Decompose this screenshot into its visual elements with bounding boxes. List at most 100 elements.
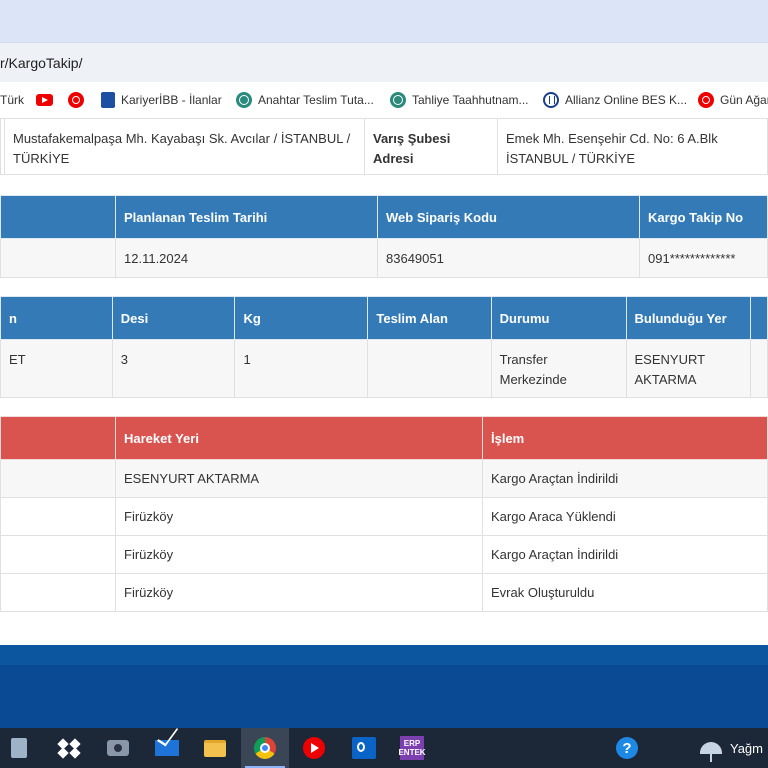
bookmark-label: Tahliye Taahhutnam... bbox=[412, 93, 529, 107]
dropbox-icon bbox=[57, 738, 81, 759]
bookmark-allianz[interactable]: Allianz Online BES K... bbox=[543, 82, 687, 118]
taskbar-mail[interactable] bbox=[145, 728, 189, 768]
bookmark-anahtar-teslim[interactable]: Anahtar Teslim Tuta... bbox=[236, 82, 374, 118]
mail-icon bbox=[155, 740, 179, 756]
taskbar-chrome[interactable] bbox=[241, 728, 289, 768]
desi-value: 3 bbox=[111, 339, 236, 398]
help-icon: ? bbox=[616, 737, 638, 759]
table-row: ESENYURT AKTARMA Kargo Araçtan İndirildi bbox=[0, 459, 768, 498]
url-text[interactable]: r/KargoTakip/ bbox=[0, 55, 82, 71]
outlook-icon bbox=[352, 737, 376, 759]
details-header-status: Durumu bbox=[490, 296, 627, 340]
ibb-icon bbox=[101, 92, 115, 108]
arrival-branch-address: Emek Mh. Esenşehir Cd. No: 6 A.Blk İSTAN… bbox=[497, 118, 768, 175]
taskbar-help[interactable]: ? bbox=[606, 728, 648, 768]
shipment-header-order-code: Web Sipariş Kodu bbox=[377, 195, 640, 239]
bookmark-youtube[interactable] bbox=[36, 82, 59, 118]
movements-header-date bbox=[0, 416, 116, 460]
chrome-icon bbox=[254, 737, 276, 759]
bookmark-label: KariyerİBB - İlanlar bbox=[121, 93, 222, 107]
table-row: 12.11.2024 83649051 091************* bbox=[0, 238, 768, 278]
bookmark-label: Anahtar Teslim Tuta... bbox=[258, 93, 374, 107]
arrival-branch-label: Varış Şubesi Adresi bbox=[364, 118, 498, 175]
details-header-0: n bbox=[0, 296, 113, 340]
movement-date bbox=[0, 459, 116, 498]
bookmark-kariyeribb[interactable]: KariyerİBB - İlanlar bbox=[101, 82, 222, 118]
youtube-music-icon bbox=[68, 92, 84, 108]
movements-header-action: İşlem bbox=[482, 416, 768, 460]
status-value: Transfer Merkezinde bbox=[490, 339, 627, 398]
bookmark-tahliye[interactable]: Tahliye Taahhutnam... bbox=[390, 82, 529, 118]
details-cell-0: ET bbox=[0, 339, 113, 398]
tracking-number: 091************* bbox=[639, 238, 768, 278]
weather-text: Yağm bbox=[730, 740, 763, 756]
table-row: ET 3 1 Transfer Merkezinde ESENYURT AKTA… bbox=[0, 339, 768, 398]
details-header-location: Bulunduğu Yer bbox=[625, 296, 752, 340]
taskbar: ERP ENTEK ? Yağm bbox=[0, 728, 768, 768]
movements-table: Hareket Yeri İşlem ESENYURT AKTARMA Karg… bbox=[0, 416, 768, 612]
bookmark-gun-agar[interactable]: Gün Ağar bbox=[698, 82, 768, 118]
details-table: n Desi Kg Teslim Alan Durumu Bulunduğu Y… bbox=[0, 296, 768, 398]
globe-icon bbox=[390, 92, 406, 108]
movement-date bbox=[0, 497, 116, 536]
page-footer bbox=[0, 645, 768, 728]
details-header-6 bbox=[750, 296, 768, 340]
shipment-header-planned-date: Planlanan Teslim Tarihi bbox=[115, 195, 378, 239]
youtube-music-icon bbox=[698, 92, 714, 108]
erp-icon: ERP ENTEK bbox=[398, 736, 426, 760]
shipment-table: Planlanan Teslim Tarihi Web Sipariş Kodu… bbox=[0, 195, 768, 278]
movement-action: Evrak Oluşturuldu bbox=[482, 573, 768, 612]
browser-tab-strip bbox=[0, 0, 768, 42]
movement-date bbox=[0, 535, 116, 574]
planned-delivery-date: 12.11.2024 bbox=[115, 238, 378, 278]
shipment-header-0 bbox=[0, 195, 116, 239]
table-row: Firüzköy Kargo Araca Yüklendi bbox=[0, 497, 768, 536]
taskbar-weather[interactable]: Yağm bbox=[700, 728, 768, 768]
details-header-desi: Desi bbox=[111, 296, 236, 340]
kg-value: 1 bbox=[234, 339, 369, 398]
shipment-cell-0 bbox=[0, 238, 116, 278]
taskbar-file-explorer[interactable] bbox=[193, 728, 237, 768]
camera-icon bbox=[107, 740, 129, 756]
bookmark-label: Allianz Online BES K... bbox=[565, 93, 688, 107]
bookmarks-bar: Türk KariyerİBB - İlanlar Anahtar Teslim… bbox=[0, 82, 768, 119]
taskbar-outlook[interactable] bbox=[340, 728, 388, 768]
movement-action: Kargo Araca Yüklendi bbox=[482, 497, 768, 536]
details-header-kg: Kg bbox=[234, 296, 369, 340]
calculator-icon bbox=[11, 738, 27, 758]
sender-address: Mustafakemalpaşa Mh. Kayabaşı Sk. Avcıla… bbox=[4, 118, 365, 175]
taskbar-erp[interactable]: ERP ENTEK bbox=[390, 728, 434, 768]
table-row: Firüzköy Kargo Araçtan İndirildi bbox=[0, 535, 768, 574]
web-order-code: 83649051 bbox=[377, 238, 640, 278]
movements-header-place: Hareket Yeri bbox=[115, 416, 483, 460]
details-header-receiver: Teslim Alan bbox=[367, 296, 492, 340]
address-bar[interactable]: r/KargoTakip/ bbox=[0, 42, 768, 83]
globe-icon bbox=[236, 92, 252, 108]
movement-date bbox=[0, 573, 116, 612]
movement-place: ESENYURT AKTARMA bbox=[115, 459, 483, 498]
taskbar-camera[interactable] bbox=[96, 728, 140, 768]
bookmark-youtube-music[interactable] bbox=[68, 82, 90, 118]
movement-place: Firüzköy bbox=[115, 535, 483, 574]
file-explorer-icon bbox=[204, 739, 226, 757]
details-cell-6 bbox=[750, 339, 768, 398]
receiver-value bbox=[367, 339, 492, 398]
allianz-icon bbox=[543, 92, 559, 108]
taskbar-youtube-music[interactable] bbox=[292, 728, 336, 768]
youtube-icon bbox=[36, 94, 53, 106]
shipment-header-tracking-no: Kargo Takip No bbox=[639, 195, 768, 239]
movement-action: Kargo Araçtan İndirildi bbox=[482, 535, 768, 574]
movement-action: Kargo Araçtan İndirildi bbox=[482, 459, 768, 498]
taskbar-dropbox[interactable] bbox=[48, 728, 90, 768]
taskbar-calculator[interactable] bbox=[0, 728, 38, 768]
movement-place: Firüzköy bbox=[115, 497, 483, 536]
table-row: Firüzköy Evrak Oluşturuldu bbox=[0, 573, 768, 612]
address-table: Mustafakemalpaşa Mh. Kayabaşı Sk. Avcıla… bbox=[0, 118, 768, 175]
bookmark-turk[interactable]: Türk bbox=[0, 82, 24, 118]
bookmark-label: Gün Ağar bbox=[720, 93, 768, 107]
youtube-music-icon bbox=[303, 737, 325, 759]
umbrella-icon bbox=[700, 742, 722, 762]
movement-place: Firüzköy bbox=[115, 573, 483, 612]
bookmark-label: Türk bbox=[0, 93, 24, 107]
location-value: ESENYURT AKTARMA bbox=[625, 339, 752, 398]
